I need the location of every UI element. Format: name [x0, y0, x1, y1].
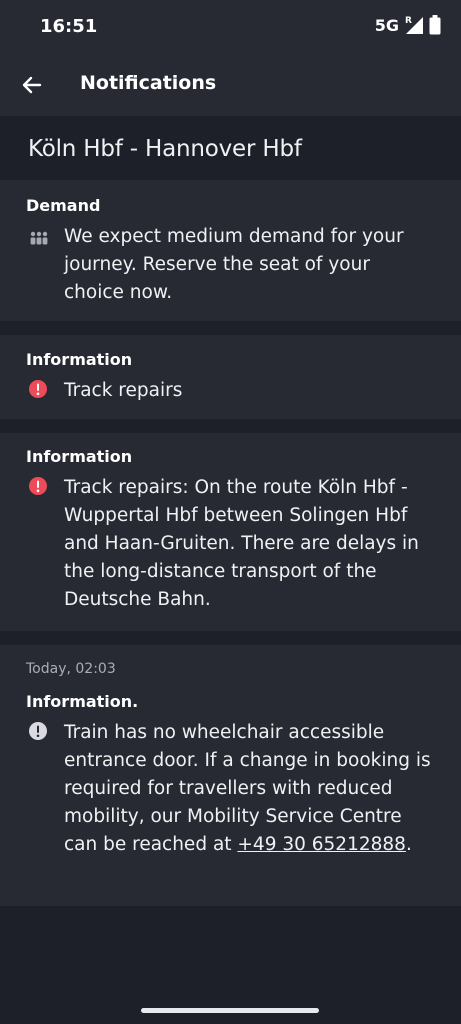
- information-message: Track repairs: On the route Köln Hbf - W…: [64, 477, 419, 610]
- divider: [0, 321, 461, 335]
- phone-link[interactable]: +49 30 65212888: [237, 834, 406, 855]
- alert-icon: [29, 380, 47, 398]
- status-icons: 5G R: [375, 15, 441, 35]
- status-bar: 16:51 5G R: [0, 0, 461, 54]
- information-card: Information Track repairs: [0, 335, 461, 419]
- information-card: Information Track repairs: On the route …: [0, 433, 461, 631]
- roaming-indicator: R: [405, 16, 412, 26]
- demand-card: Demand We expect medium demand for your …: [0, 180, 461, 321]
- information-card: Today, 02:03 Information. Train has no w…: [0, 645, 461, 906]
- signal-icon: R: [405, 16, 423, 34]
- app-bar: Notifications: [0, 54, 461, 116]
- back-arrow-icon[interactable]: [18, 71, 46, 99]
- network-type: 5G: [374, 15, 399, 35]
- divider: [0, 419, 461, 433]
- information-message: Train has no wheelchair accessible entra…: [64, 719, 435, 859]
- info-icon: [29, 722, 47, 740]
- timestamp: Today, 02:03: [26, 661, 116, 677]
- card-title: Information: [26, 447, 133, 466]
- card-title: Information.: [26, 692, 139, 711]
- message-end: .: [405, 834, 412, 855]
- card-title: Information: [26, 350, 133, 369]
- page-title: Notifications: [80, 72, 217, 94]
- people-icon: [30, 231, 48, 245]
- gesture-nav-bar[interactable]: [141, 1008, 319, 1013]
- divider: [0, 631, 461, 645]
- card-title: Demand: [26, 196, 101, 215]
- route-title: Köln Hbf - Hannover Hbf: [28, 136, 302, 162]
- status-time: 16:51: [40, 16, 98, 37]
- alert-icon: [29, 477, 47, 495]
- battery-icon: [429, 15, 441, 35]
- route-header: Köln Hbf - Hannover Hbf: [0, 118, 461, 180]
- demand-message: We expect medium demand for your journey…: [64, 226, 404, 303]
- information-message: Track repairs: [64, 380, 183, 401]
